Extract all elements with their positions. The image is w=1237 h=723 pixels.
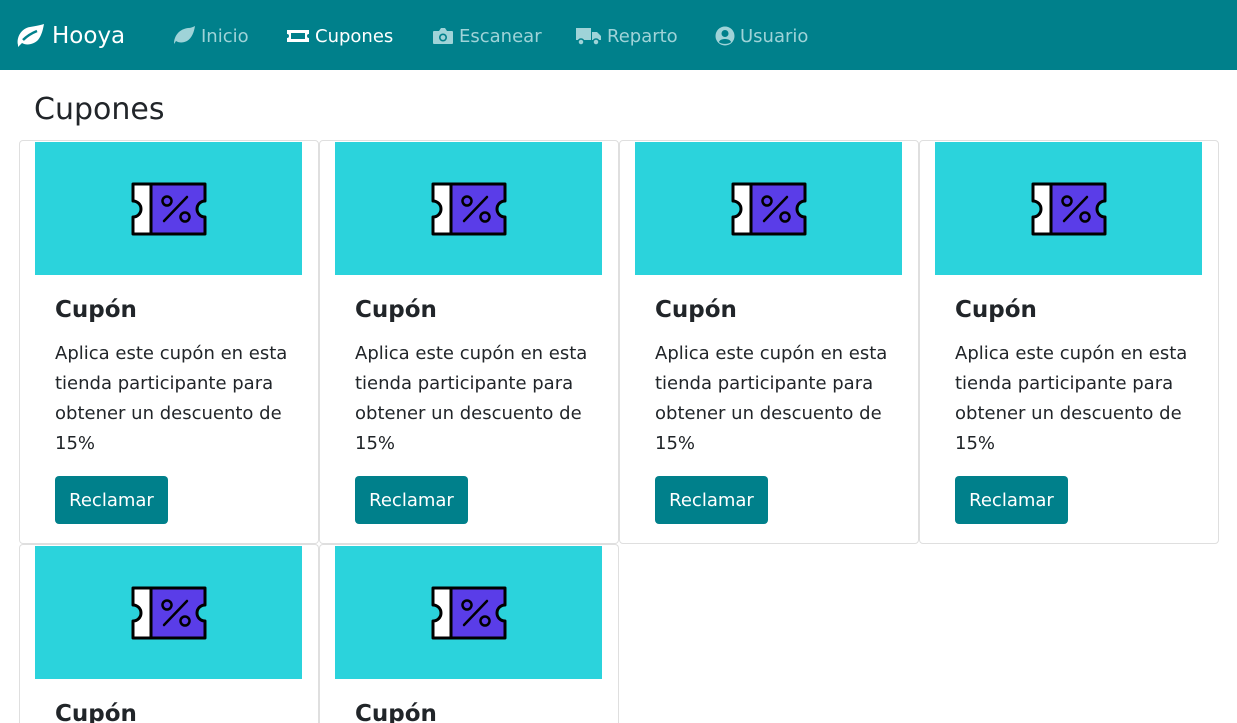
nav-item-label: Reparto <box>607 25 678 47</box>
coupon-card: Cupón Aplica este cupón en esta tienda p… <box>919 140 1219 544</box>
coupon-description: Aplica este cupón en esta tienda partici… <box>355 343 588 454</box>
nav-item-escanear[interactable]: Escanear <box>432 22 542 50</box>
user-circle-icon <box>715 26 735 46</box>
nav-item-usuario[interactable]: Usuario <box>715 22 808 50</box>
coupon-title: Cupón <box>655 297 737 323</box>
ticket-icon <box>287 30 309 42</box>
leaf-icon <box>174 26 195 44</box>
nav-item-label: Inicio <box>201 25 249 47</box>
coupon-title: Cupón <box>955 297 1037 323</box>
coupon-ticket-icon <box>731 182 806 235</box>
coupon-title: Cupón <box>355 297 437 323</box>
coupon-ticket-icon <box>431 586 506 639</box>
coupon-card: Cupón <box>19 544 319 723</box>
coupon-card: Cupón Aplica este cupón en esta tienda p… <box>19 140 319 544</box>
coupon-ticket-icon <box>131 586 206 639</box>
coupon-card: Cupón Aplica este cupón en esta tienda p… <box>619 140 919 544</box>
nav-item-cupones[interactable]: Cupones <box>286 22 393 50</box>
nav-item-inicio[interactable]: Inicio <box>172 22 249 50</box>
truck-icon <box>576 28 601 46</box>
camera-icon <box>433 28 453 44</box>
claim-button[interactable]: Reclamar <box>955 476 1068 524</box>
coupon-ticket-icon <box>131 182 206 235</box>
nav-item-label: Usuario <box>740 25 809 47</box>
coupon-image <box>335 142 602 275</box>
page-title: Cupones <box>34 92 165 127</box>
coupon-image <box>35 142 302 275</box>
coupon-image <box>935 142 1202 275</box>
brand-link[interactable]: Hooya <box>14 18 125 54</box>
coupon-card: Cupón <box>319 544 619 723</box>
top-navbar: Hooya Inicio Cupones Escanear Reparto Us… <box>0 0 1237 70</box>
nav-item-label: Escanear <box>459 25 542 47</box>
nav-item-reparto[interactable]: Reparto <box>575 22 678 50</box>
nav-item-label: Cupones <box>315 25 394 47</box>
coupon-image <box>635 142 902 275</box>
coupon-description: Aplica este cupón en esta tienda partici… <box>55 343 288 454</box>
claim-button[interactable]: Reclamar <box>655 476 768 524</box>
coupon-ticket-icon <box>431 182 506 235</box>
coupon-title: Cupón <box>55 701 137 723</box>
coupon-description: Aplica este cupón en esta tienda partici… <box>655 343 888 454</box>
claim-button[interactable]: Reclamar <box>355 476 468 524</box>
coupon-card: Cupón Aplica este cupón en esta tienda p… <box>319 140 619 544</box>
coupon-image <box>35 546 302 679</box>
brand-name: Hooya <box>52 23 126 49</box>
coupon-image <box>335 546 602 679</box>
coupon-description: Aplica este cupón en esta tienda partici… <box>955 343 1188 454</box>
coupon-title: Cupón <box>355 701 437 723</box>
coupon-title: Cupón <box>55 297 137 323</box>
hooya-logo-icon <box>17 24 44 47</box>
coupon-ticket-icon <box>1031 182 1106 235</box>
claim-button[interactable]: Reclamar <box>55 476 168 524</box>
